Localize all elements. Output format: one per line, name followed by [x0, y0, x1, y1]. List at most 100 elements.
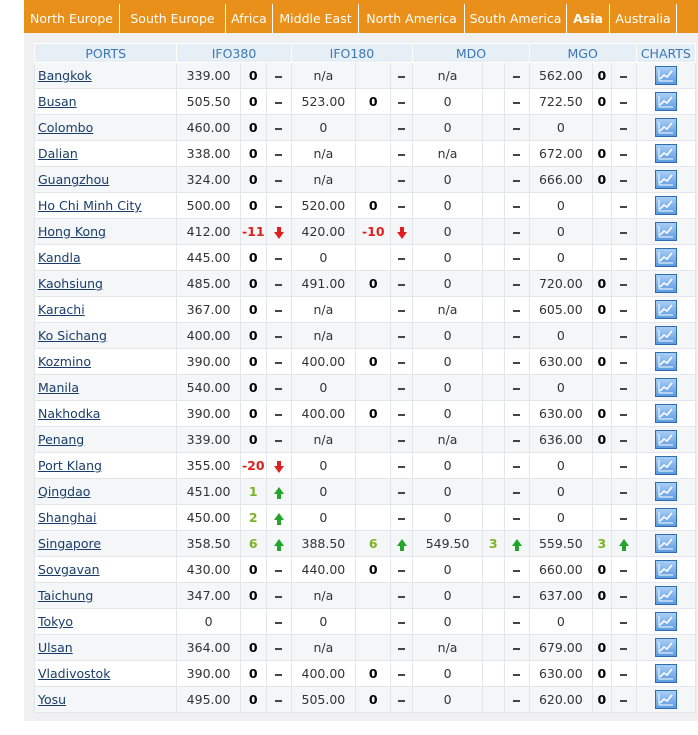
- line-chart-icon[interactable]: [654, 534, 677, 553]
- port-link[interactable]: Sovgavan: [38, 562, 100, 577]
- mgo-price: 562.00: [528, 62, 594, 89]
- ifo380-price: 358.50: [176, 530, 241, 557]
- port-link[interactable]: Tokyo: [38, 614, 73, 629]
- mgo-change: 0: [592, 426, 612, 453]
- red-down-arrow-icon: [396, 226, 407, 239]
- port-link[interactable]: Yosu: [38, 692, 66, 707]
- ifo180-trend: [390, 686, 414, 713]
- mgo-change: [592, 192, 612, 219]
- ifo180-trend: [390, 504, 414, 531]
- line-chart-icon[interactable]: [654, 664, 677, 683]
- line-chart-icon[interactable]: [654, 560, 677, 579]
- line-chart-icon[interactable]: [654, 508, 677, 527]
- dash-icon: [275, 361, 283, 364]
- line-chart-icon[interactable]: [654, 300, 677, 319]
- port-link[interactable]: Karachi: [38, 302, 85, 317]
- ifo180-price: n/a: [290, 166, 357, 193]
- line-chart-icon[interactable]: [654, 352, 677, 371]
- dash-icon: [275, 699, 283, 702]
- dash-icon: [620, 621, 628, 624]
- dash-icon: [398, 699, 406, 702]
- line-chart-icon[interactable]: [654, 612, 677, 631]
- port-link[interactable]: Shanghai: [38, 510, 96, 525]
- ifo180-trend: [390, 270, 414, 297]
- mgo-price: 605.00: [528, 296, 594, 323]
- port-link[interactable]: Colombo: [38, 120, 93, 135]
- port-link[interactable]: Kozmino: [38, 354, 91, 369]
- line-chart-icon[interactable]: [654, 92, 677, 111]
- line-chart-icon[interactable]: [654, 378, 677, 397]
- chart-cell: [635, 686, 697, 713]
- ifo180-price: n/a: [290, 322, 357, 349]
- port-link[interactable]: Kaohsiung: [38, 276, 103, 291]
- dash-icon: [275, 569, 283, 572]
- port-link[interactable]: Qingdao: [38, 484, 90, 499]
- mdo-trend: [503, 530, 530, 557]
- tab-middle-east[interactable]: Middle East: [273, 4, 359, 33]
- ifo380-trend: [265, 166, 292, 193]
- line-chart-icon[interactable]: [654, 404, 677, 423]
- port-link[interactable]: Ulsan: [38, 640, 73, 655]
- table-row: Vladivostok 390.00 0 400.00 0 0 630.00 0: [33, 660, 697, 687]
- line-chart-icon[interactable]: [654, 586, 677, 605]
- dash-icon: [513, 647, 521, 650]
- line-chart-icon[interactable]: [654, 274, 677, 293]
- line-chart-icon[interactable]: [654, 430, 677, 449]
- ifo180-price: 0: [290, 114, 357, 141]
- port-link[interactable]: Dalian: [38, 146, 78, 161]
- ifo180-change: [355, 296, 392, 323]
- line-chart-icon[interactable]: [654, 66, 677, 85]
- port-link[interactable]: Busan: [38, 94, 77, 109]
- ifo380-trend: [265, 452, 292, 479]
- ifo380-trend: [265, 270, 292, 297]
- tab-south-america[interactable]: South America: [465, 4, 567, 33]
- tab-africa[interactable]: Africa: [226, 4, 273, 33]
- port-link[interactable]: Ko Sichang: [38, 328, 107, 343]
- region-tabs: North Europe South Europe Africa Middle Eas…: [24, 4, 698, 33]
- mdo-change: [481, 608, 505, 635]
- ifo380-trend: [265, 244, 292, 271]
- port-link[interactable]: Taichung: [38, 588, 93, 603]
- line-chart-icon[interactable]: [654, 248, 677, 267]
- dash-icon: [275, 621, 283, 624]
- dash-icon: [620, 257, 628, 260]
- tab-north-america[interactable]: North America: [359, 4, 465, 33]
- line-chart-icon[interactable]: [654, 482, 677, 501]
- dash-icon: [620, 439, 628, 442]
- line-chart-icon[interactable]: [654, 638, 677, 657]
- port-link[interactable]: Guangzhou: [38, 172, 109, 187]
- mdo-change: [481, 660, 505, 687]
- tab-south-europe[interactable]: South Europe: [120, 4, 226, 33]
- line-chart-icon[interactable]: [654, 144, 677, 163]
- mdo-change: [481, 634, 505, 661]
- ifo380-trend: [265, 608, 292, 635]
- line-chart-icon[interactable]: [654, 196, 677, 215]
- port-link[interactable]: Manila: [38, 380, 79, 395]
- port-link[interactable]: Ho Chi Minh City: [38, 198, 142, 213]
- mdo-change: 3: [481, 530, 505, 557]
- chart-cell: [635, 296, 697, 323]
- port-link[interactable]: Vladivostok: [38, 666, 110, 681]
- tab-north-europe[interactable]: North Europe: [24, 4, 120, 33]
- line-chart-icon[interactable]: [654, 118, 677, 137]
- port-link[interactable]: Bangkok: [38, 68, 92, 83]
- tab-asia[interactable]: Asia: [567, 4, 610, 33]
- tab-australia[interactable]: Australia: [610, 4, 677, 33]
- line-chart-icon[interactable]: [654, 690, 677, 709]
- port-link[interactable]: Penang: [38, 432, 84, 447]
- port-link[interactable]: Singapore: [38, 536, 101, 551]
- dash-icon: [620, 465, 628, 468]
- port-link[interactable]: Port Klang: [38, 458, 102, 473]
- port-link[interactable]: Nakhodka: [38, 406, 100, 421]
- ifo380-trend: [265, 634, 292, 661]
- header-ifo180: IFO180: [290, 43, 414, 63]
- line-chart-icon[interactable]: [654, 170, 677, 189]
- port-cell: Kozmino: [33, 348, 178, 375]
- port-link[interactable]: Hong Kong: [38, 224, 106, 239]
- port-link[interactable]: Kandla: [38, 250, 81, 265]
- line-chart-icon[interactable]: [654, 326, 677, 345]
- ifo380-price: 339.00: [176, 426, 241, 453]
- line-chart-icon[interactable]: [654, 456, 677, 475]
- dash-icon: [398, 439, 406, 442]
- line-chart-icon[interactable]: [654, 222, 677, 241]
